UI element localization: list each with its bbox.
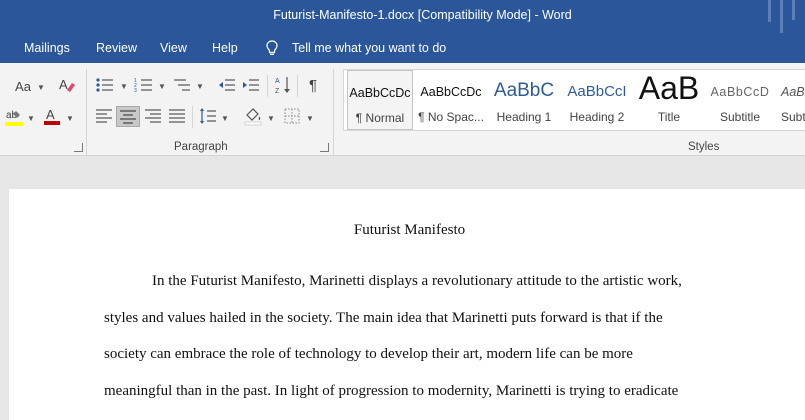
ribbon-tabs: Mailings Review View Help Tell me what y… [0, 33, 805, 63]
tab-help[interactable]: Help [212, 41, 238, 55]
divider [267, 75, 268, 97]
style-preview: AaBbCcI [567, 83, 627, 100]
tab-review[interactable]: Review [96, 41, 137, 55]
style-name: ¶ Normal [355, 111, 405, 125]
divider [297, 75, 298, 97]
style-name: Heading 2 [569, 110, 625, 124]
style-name: Subt [781, 110, 805, 124]
styles-group-label: Styles [688, 141, 720, 153]
style-subtitle[interactable]: AaBbCcD Subtitle [707, 70, 773, 130]
chevron-down-icon[interactable]: ▼ [120, 82, 128, 91]
style-subtle-emphasis[interactable]: AaBl Subt [777, 70, 805, 130]
style-preview: AaB [638, 70, 700, 106]
justify-icon[interactable] [168, 108, 186, 124]
chevron-down-icon[interactable]: ▼ [196, 82, 204, 91]
svg-text:A: A [275, 78, 280, 85]
paragraph-line: In the Futurist Manifesto, Marinetti dis… [152, 273, 682, 289]
title-bar: Futurist-Manifesto-1.docx [Compatibility… [0, 0, 805, 33]
align-right-icon[interactable] [144, 108, 162, 124]
shading-icon[interactable] [243, 106, 263, 126]
window-title: Futurist-Manifesto-1.docx [Compatibility… [273, 8, 572, 22]
text-highlight-icon[interactable]: ab [4, 107, 24, 127]
style-preview: AaBbCcD [710, 85, 770, 99]
align-center-button[interactable] [116, 106, 140, 127]
style-name: Title [657, 110, 681, 124]
style-heading-1[interactable]: AaBbC Heading 1 [489, 70, 559, 130]
pilcrow-icon[interactable]: ¶ [304, 76, 322, 94]
style-preview: AaBbCcDc [349, 86, 411, 100]
svg-text:3: 3 [134, 88, 137, 93]
font-color-icon[interactable]: A [42, 106, 62, 126]
align-left-icon[interactable] [95, 108, 113, 124]
group-divider [333, 69, 334, 155]
sort-icon[interactable]: A Z [274, 75, 292, 95]
line-spacing-icon[interactable] [199, 107, 217, 125]
style-preview: AaBbCcDc [420, 85, 482, 99]
document-background [0, 156, 805, 189]
divider [192, 106, 193, 128]
tab-view[interactable]: View [160, 41, 187, 55]
change-case-button[interactable]: Aa [12, 77, 34, 95]
borders-icon[interactable] [284, 108, 300, 124]
style-preview: AaBl [781, 85, 805, 99]
paragraph-line: styles and values hailed in the society.… [104, 310, 663, 326]
tell-me-search[interactable]: Tell me what you want to do [292, 41, 446, 55]
clear-formatting-icon[interactable]: A [58, 76, 76, 94]
bullets-icon[interactable] [95, 77, 115, 93]
style-title[interactable]: AaB Title [635, 70, 703, 130]
svg-text:Z: Z [275, 88, 280, 95]
document-page[interactable]: Futurist Manifesto In the Futurist Manif… [9, 189, 805, 420]
numbering-icon[interactable]: 123 [134, 77, 154, 93]
style-no-spacing[interactable]: AaBbCcDc ¶ No Spac... [417, 70, 485, 130]
chevron-down-icon[interactable]: ▼ [158, 82, 166, 91]
paragraph-group-label: Paragraph [174, 141, 228, 153]
change-case-label: Aa [15, 78, 31, 94]
style-preview: AaBbC [493, 80, 555, 101]
chevron-down-icon[interactable]: ▼ [306, 114, 314, 123]
decrease-indent-icon[interactable] [218, 77, 236, 93]
align-center-icon [120, 109, 136, 124]
chevron-down-icon[interactable]: ▼ [221, 114, 229, 123]
style-name: Heading 1 [496, 110, 552, 124]
tab-mailings[interactable]: Mailings [24, 41, 70, 55]
styles-gallery: AaBbCcDc ¶ Normal AaBbCcDc ¶ No Spac... … [343, 69, 805, 131]
style-name: ¶ No Spac... [418, 110, 484, 124]
svg-text:A: A [59, 77, 68, 92]
chevron-down-icon[interactable]: ▼ [66, 114, 74, 123]
chevron-down-icon[interactable]: ▼ [37, 83, 45, 92]
ribbon: Aa ▼ A ab ▼ A ▼ ▼ 123 ▼ ▼ A Z ¶ ▼ ▼ ▼ Pa… [0, 63, 805, 156]
group-divider [86, 69, 87, 155]
paragraph-line: meaningful than in the past. In light of… [104, 383, 679, 399]
style-heading-2[interactable]: AaBbCcI Heading 2 [563, 70, 631, 130]
chevron-down-icon[interactable]: ▼ [27, 114, 35, 123]
style-normal[interactable]: AaBbCcDc ¶ Normal [347, 70, 413, 130]
lightbulb-icon [266, 40, 278, 55]
increase-indent-icon[interactable] [242, 77, 260, 93]
chevron-down-icon[interactable]: ▼ [267, 114, 275, 123]
paragraph-line: society can embrace the role of technolo… [104, 346, 633, 362]
svg-text:A: A [46, 107, 55, 122]
multilevel-list-icon[interactable] [172, 77, 192, 93]
font-dialog-launcher[interactable] [74, 143, 83, 152]
paragraph-dialog-launcher[interactable] [320, 143, 329, 152]
document-title: Futurist Manifesto [353, 222, 466, 238]
style-name: Subtitle [719, 110, 761, 124]
